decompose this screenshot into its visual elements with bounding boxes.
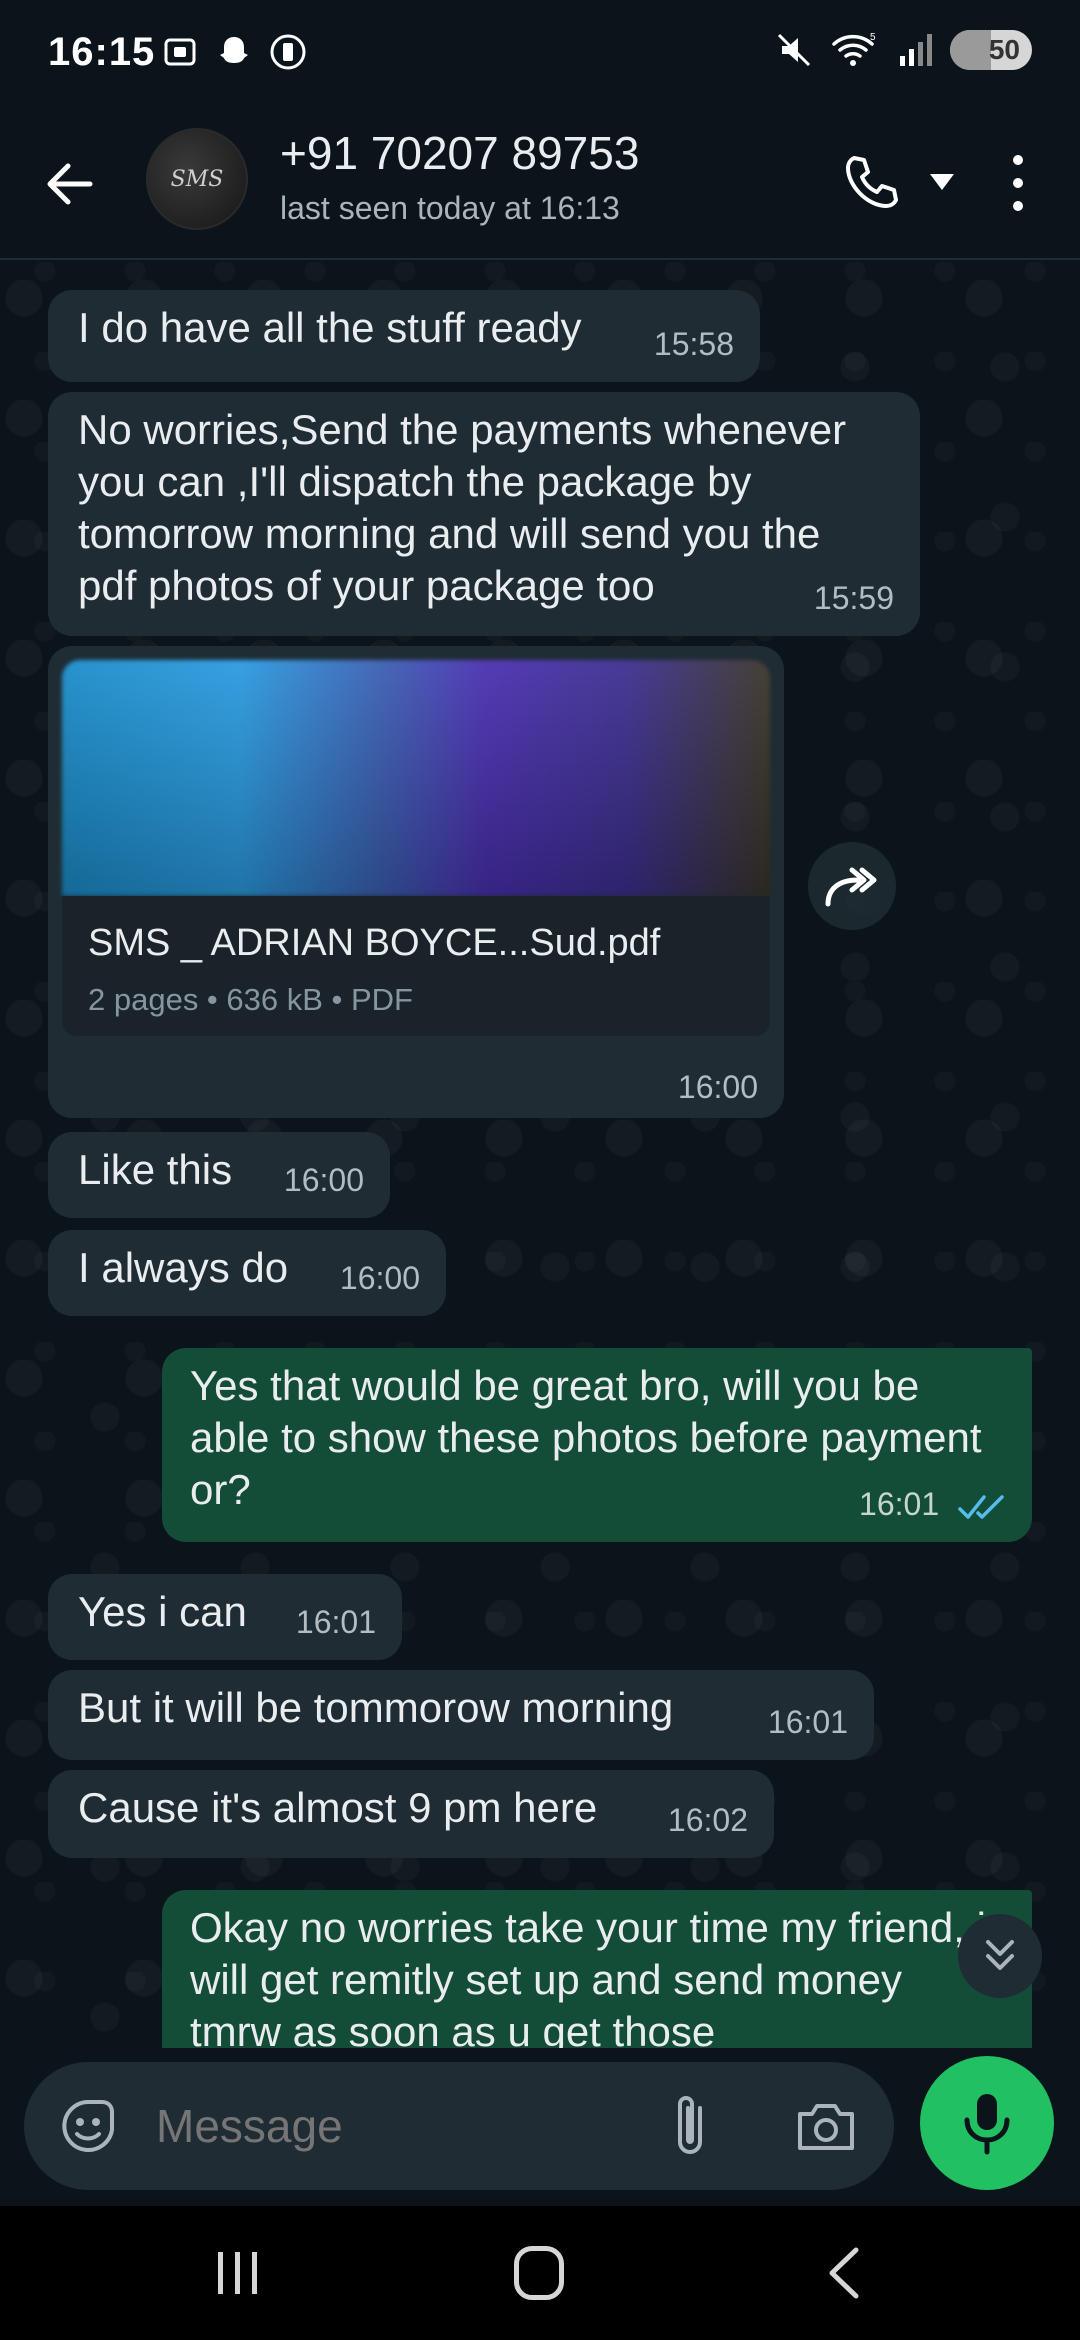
screenshot-icon (164, 38, 196, 66)
recent-apps-icon[interactable] (214, 2250, 262, 2296)
message-text: Okay no worries take your time my friend… (190, 1904, 986, 2048)
message-text: No worries,Send the payments whenever yo… (78, 406, 847, 609)
message-incoming[interactable]: Cause it's almost 9 pm here 16:02 (48, 1770, 774, 1858)
message-incoming[interactable]: I do have all the stuff ready 15:58 (48, 290, 760, 382)
message-time: 16:00 (283, 1162, 364, 1198)
document-info[interactable]: SMS _ ADRIAN BOYCE...Sud.pdf 2 pages • 6… (62, 896, 770, 1036)
more-vert-icon[interactable] (1000, 148, 1036, 218)
avatar-logo: SMS (170, 166, 224, 192)
message-incoming[interactable]: I always do 16:00 (48, 1230, 446, 1316)
status-right-icons: 5 50 (774, 30, 1032, 70)
svg-text:5: 5 (870, 32, 876, 43)
message-outgoing[interactable]: Okay no worries take your time my friend… (162, 1890, 1032, 2048)
battery-level: 50 (988, 34, 1020, 65)
caret-down-icon[interactable] (928, 170, 956, 194)
message-outgoing[interactable]: Yes that would be great bro, will you be… (162, 1348, 1032, 1542)
back-arrow-icon[interactable] (40, 154, 100, 214)
mute-icon (777, 33, 811, 67)
read-receipt-icon (958, 1494, 1004, 1519)
avatar[interactable]: SMS (146, 128, 248, 230)
document-meta: 2 pages • 636 kB • PDF (88, 982, 413, 1017)
message-text: But it will be tommorow morning (78, 1684, 674, 1731)
status-bar: 16:15 5 50 (0, 0, 1080, 110)
camera-icon[interactable] (794, 2098, 858, 2154)
snapchat-icon (220, 37, 248, 63)
phone-icon[interactable] (840, 150, 904, 214)
attach-icon[interactable] (664, 2090, 720, 2162)
battery-indicator: 50 (950, 30, 1032, 70)
wifi-icon: 5 (832, 32, 876, 66)
message-time: 16:02 (667, 1802, 748, 1838)
signal-icon (900, 34, 932, 66)
message-incoming[interactable]: Yes i can 16:01 (48, 1574, 402, 1660)
contact-name[interactable]: +91 70207 89753 (280, 126, 639, 180)
double-chevron-down-icon (986, 1940, 1014, 1970)
message-composer (24, 2062, 894, 2190)
battery-saver-icon (270, 34, 306, 70)
scroll-to-bottom-button[interactable] (958, 1914, 1042, 1998)
system-nav-bar (0, 2206, 1080, 2340)
message-time: 16:00 (677, 1069, 758, 1105)
message-time: 16:01 (859, 1486, 940, 1522)
message-list[interactable]: I do have all the stuff ready 15:58 No w… (0, 262, 1080, 2048)
forward-icon (825, 867, 877, 907)
nav-back-icon[interactable] (826, 2246, 862, 2300)
status-left-icons (160, 32, 308, 72)
document-preview[interactable] (62, 660, 770, 896)
emoji-sticker-icon[interactable] (58, 2096, 118, 2156)
document-file-name: SMS _ ADRIAN BOYCE...Sud.pdf (88, 922, 661, 964)
document-message[interactable]: SMS _ ADRIAN BOYCE...Sud.pdf 2 pages • 6… (48, 646, 784, 1118)
message-input[interactable] (156, 2092, 656, 2160)
message-incoming[interactable]: But it will be tommorow morning 16:01 (48, 1670, 874, 1760)
chat-header: SMS +91 70207 89753 last seen today at 1… (0, 110, 1080, 260)
mic-icon (964, 2094, 1010, 2155)
message-time: 15:59 (813, 580, 894, 616)
message-time: 16:01 (767, 1704, 848, 1740)
message-time: 15:58 (653, 326, 734, 362)
home-button[interactable] (514, 2246, 564, 2300)
forward-button[interactable] (808, 842, 896, 930)
status-time: 16:15 (48, 30, 156, 74)
message-incoming[interactable]: Like this 16:00 (48, 1132, 390, 1218)
message-time-status: 16:01 (859, 1478, 1006, 1530)
message-time: 16:00 (339, 1260, 420, 1296)
message-incoming[interactable]: No worries,Send the payments whenever yo… (48, 392, 920, 636)
voice-record-button[interactable] (920, 2056, 1054, 2190)
last-seen: last seen today at 16:13 (280, 190, 620, 226)
message-time: 16:01 (295, 1604, 376, 1640)
